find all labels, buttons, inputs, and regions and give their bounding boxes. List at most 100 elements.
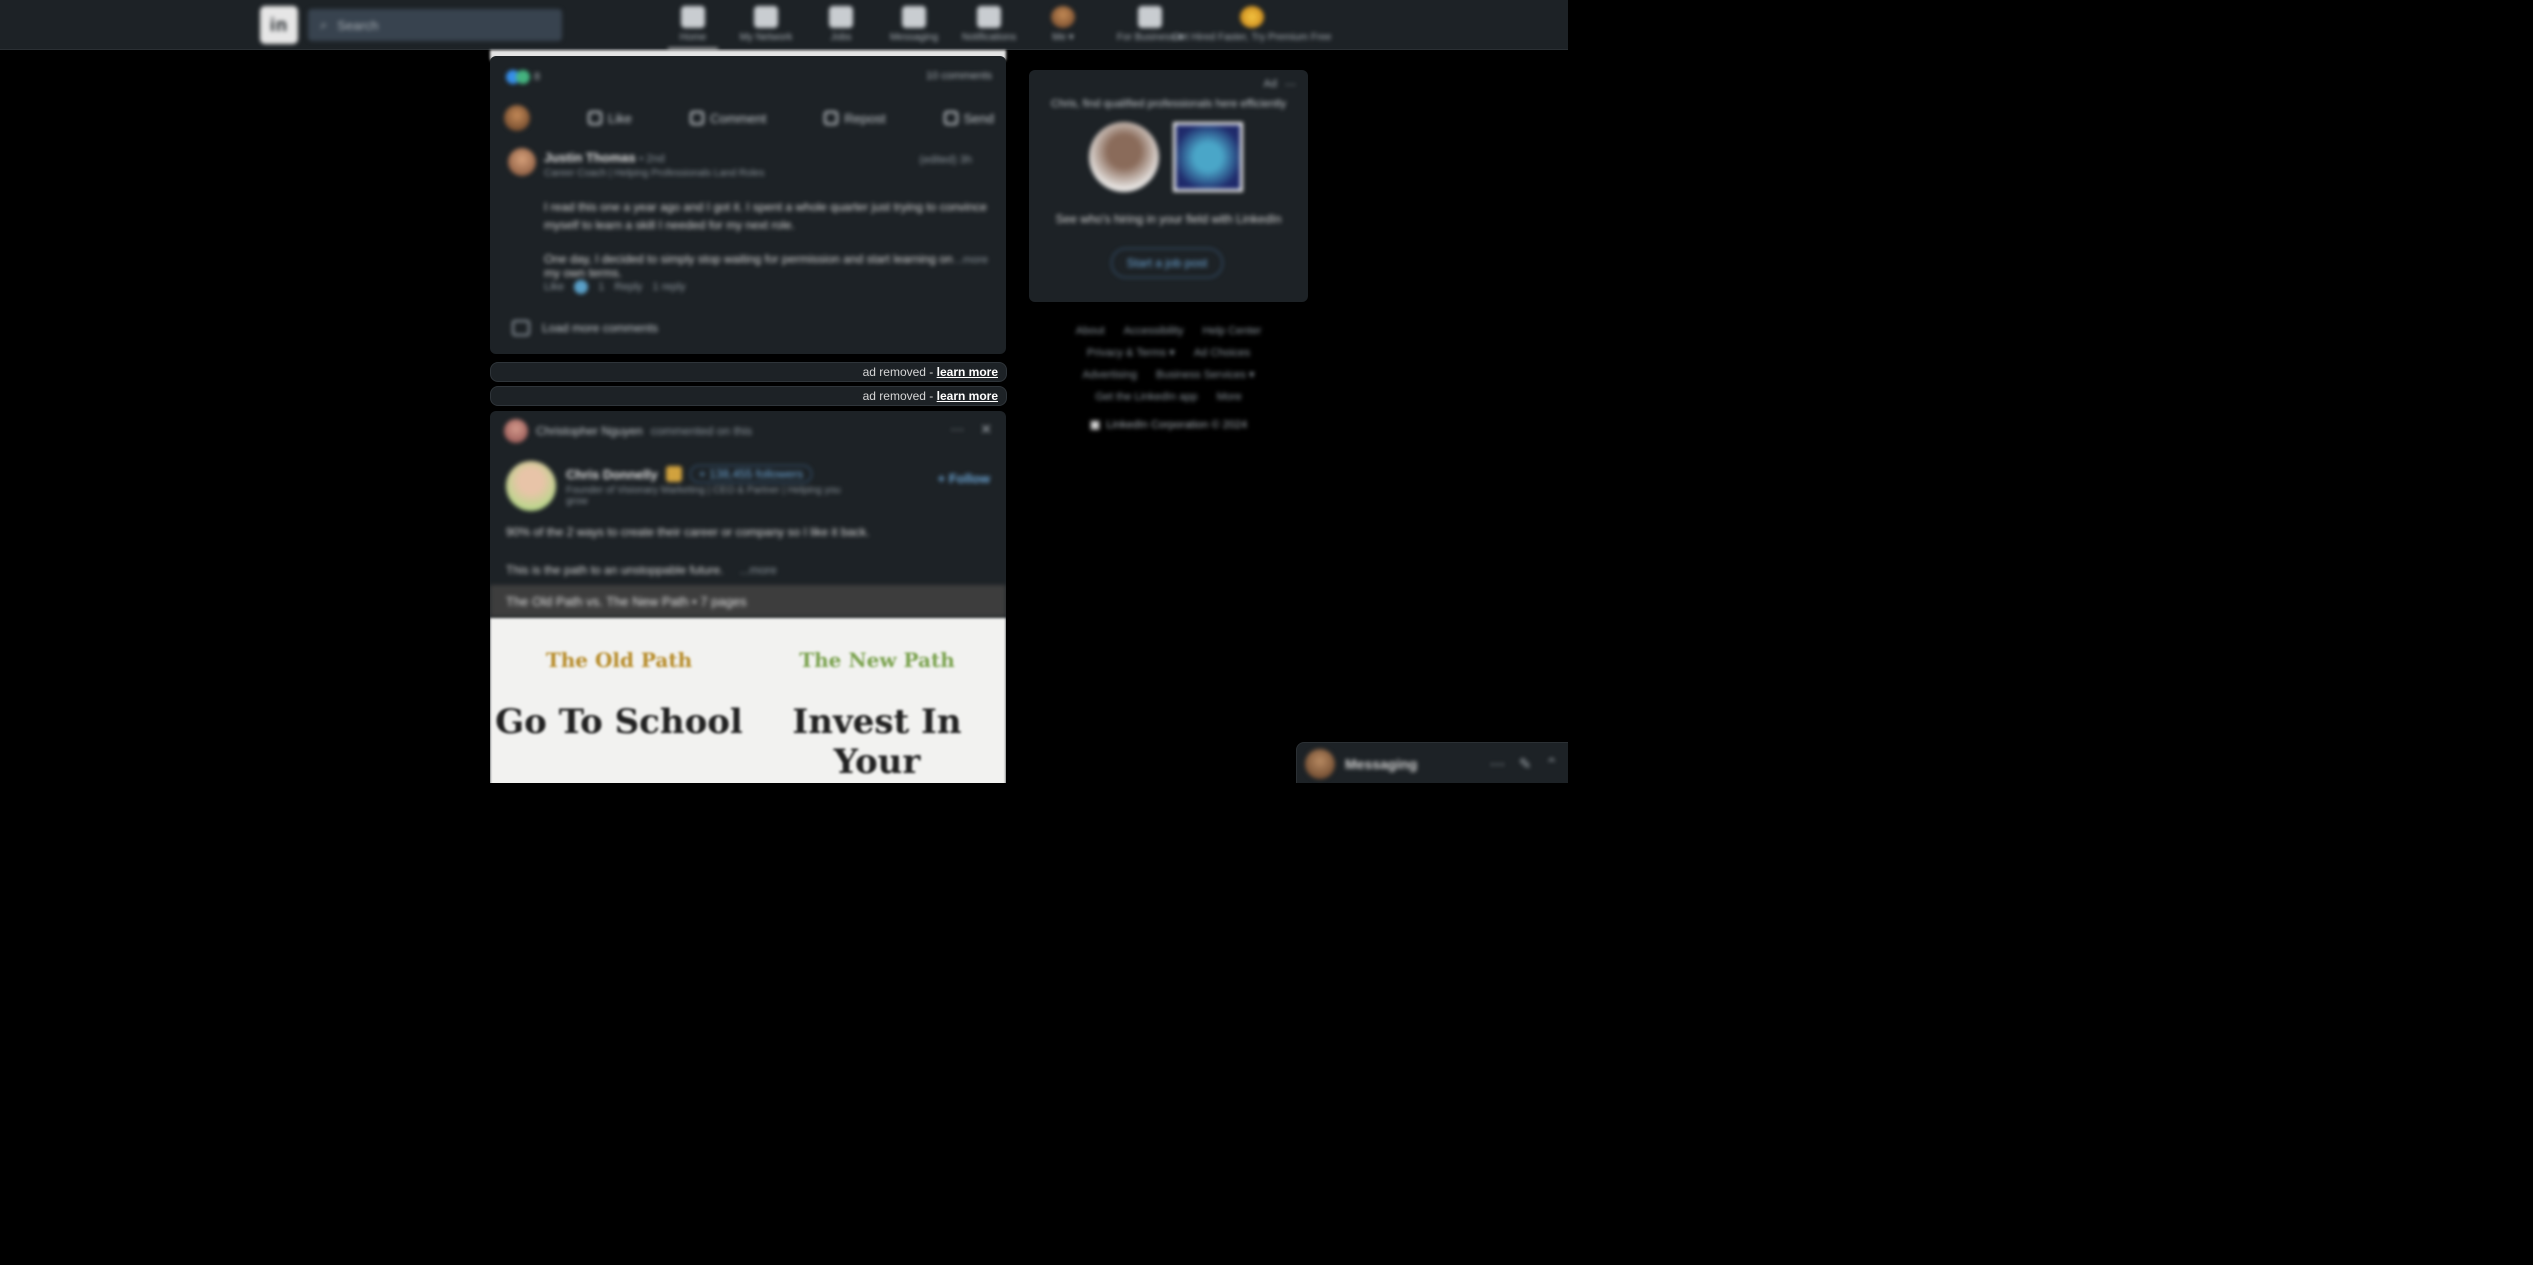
document-right-column: The New Path Invest In Your Skillstack (783, 648, 971, 783)
nav-item-jobs[interactable]: Jobs (826, 4, 856, 46)
messaging-overlay[interactable]: Messaging ⋯ ✎ ⌃ (1296, 742, 1568, 783)
ad-label: Ad ⋯ (1263, 78, 1296, 91)
post-text: 90% of the 2 ways to create their career… (506, 525, 870, 539)
comment-button[interactable]: Comment (689, 111, 766, 126)
comments-count[interactable]: 10 comments (926, 70, 992, 82)
avatar[interactable] (504, 105, 530, 131)
footer-links: About Accessibility Help Center Privacy … (1029, 320, 1308, 408)
messaging-content-blurred: Messaging ⋯ ✎ ⌃ (1297, 743, 1568, 783)
commenter-avatar[interactable] (508, 148, 536, 176)
repost-icon (824, 111, 839, 125)
comment-icon (689, 111, 704, 125)
reactions-summary[interactable]: 8 (506, 70, 540, 84)
send-icon (943, 111, 958, 125)
more-options-icon[interactable]: ⋯ (950, 421, 964, 438)
comment-body: I read this one a year ago and I got it.… (544, 200, 987, 232)
chevron-up-icon[interactable]: ⌃ (1545, 755, 1558, 773)
post-controls: ⋯ ✕ (950, 421, 992, 438)
close-icon[interactable]: ✕ (980, 421, 992, 438)
post-text-continued: This is the path to an unstoppable futur… (506, 563, 777, 577)
document-preview[interactable]: The Old Path Go To School The New Path I… (490, 618, 1006, 783)
comment-reply-button[interactable]: Reply (614, 281, 642, 293)
right-rail-ad-card: Ad ⋯ Chris, find qualified professionals… (1029, 70, 1308, 302)
author-name[interactable]: Chris Donnelly + 138,455 followers (566, 465, 813, 483)
footer-link[interactable]: More (1217, 391, 1242, 403)
author-headline: Founder of Visionary Marketing | CEO & P… (566, 485, 841, 507)
footer-link[interactable]: Business Services ▾ (1156, 369, 1254, 381)
send-button[interactable]: Send (943, 111, 994, 126)
post-content-blurred: 8 10 comments Like Comment Repost Send J… (490, 56, 1006, 354)
commenter-name[interactable]: Justin Thomas • 2nd (544, 150, 665, 165)
home-icon (681, 6, 705, 28)
see-more-link[interactable]: ...more (954, 254, 988, 266)
footer-link[interactable]: Help Center (1203, 325, 1262, 337)
footer-link[interactable]: Get the LinkedIn app (1095, 391, 1197, 403)
avatar (1305, 749, 1335, 779)
footer-link[interactable]: Privacy & Terms ▾ (1087, 347, 1175, 359)
nav-item-premium[interactable]: Get Hired Faster, Try Premium Free (1173, 4, 1331, 46)
avatar (1089, 122, 1159, 192)
like-button[interactable]: Like (588, 111, 632, 126)
comments-icon (512, 320, 530, 336)
more-options-icon[interactable]: ⋯ (1285, 78, 1296, 91)
comment-replies-link[interactable]: 1 reply (652, 281, 685, 293)
nav-item-me[interactable]: Me ▾ (1048, 4, 1078, 46)
nav-item-messaging[interactable]: Messaging (888, 4, 940, 46)
repost-button[interactable]: Repost (824, 111, 886, 126)
grid-icon (1138, 6, 1162, 28)
more-options-icon[interactable]: ⋯ (1490, 755, 1505, 773)
search-placeholder: Search (337, 17, 379, 33)
linkedin-logo-icon: ▣ (1089, 419, 1101, 431)
reposter-name[interactable]: Christopher Nguyen (536, 424, 643, 438)
post-card: 8 10 comments Like Comment Repost Send J… (490, 56, 1006, 354)
premium-badge-icon (665, 466, 682, 482)
document-left-column: The Old Path Go To School (495, 648, 743, 742)
messaging-controls: ⋯ ✎ ⌃ (1490, 755, 1558, 773)
rail-content-blurred: Ad ⋯ Chris, find qualified professionals… (1029, 70, 1308, 302)
learn-more-link[interactable]: learn more (937, 365, 998, 379)
post-context-header: Christopher Nguyen commented on this (504, 419, 752, 443)
post-action-bar: Like Comment Repost Send (504, 98, 994, 138)
load-more-comments-button[interactable]: Load more comments (512, 320, 658, 336)
comment-like-button[interactable]: Like (544, 281, 564, 293)
linkedin-logo-icon[interactable]: in (260, 6, 298, 44)
learn-more-link[interactable]: learn more (937, 389, 998, 403)
compose-icon[interactable]: ✎ (1519, 755, 1532, 773)
see-more-link[interactable]: ...more (739, 563, 776, 577)
company-logo-icon (1173, 122, 1243, 192)
premium-icon (1240, 6, 1264, 28)
ad-removed-notice: ad removed - learn more (490, 362, 1007, 382)
like-icon (588, 111, 603, 125)
nav-item-home[interactable]: Home (668, 4, 718, 50)
like-reaction-icon (574, 280, 589, 294)
search-input[interactable]: ⌕ Search (308, 9, 562, 41)
jobs-icon (829, 6, 853, 28)
nav-item-notifications[interactable]: Notifications (958, 4, 1020, 46)
footer-link[interactable]: Accessibility (1124, 325, 1184, 337)
start-job-post-button[interactable]: Start a job post (1111, 248, 1223, 278)
celebrate-reaction-icon (516, 70, 530, 84)
document-title-bar[interactable]: The Old Path vs. The New Path • 7 pages (490, 585, 1006, 617)
followers-badge: + 138,455 followers (689, 465, 813, 483)
search-icon: ⌕ (320, 17, 328, 32)
comment-meta: Like 1 Reply 1 reply (544, 280, 686, 294)
comment-body-continued: One day, I decided to simply stop waitin… (544, 252, 953, 280)
footer-link[interactable]: Ad Choices (1194, 347, 1250, 359)
top-navigation-bar: in ⌕ Search Home My Network Jobs Messagi… (0, 0, 1568, 50)
commenter-headline: Career Coach | Helping Professionals Lan… (544, 168, 765, 179)
footer-link[interactable]: Advertising (1083, 369, 1137, 381)
post-card: Christopher Nguyen commented on this ⋯ ✕… (490, 411, 1006, 783)
author-avatar[interactable] (506, 461, 556, 511)
avatar[interactable] (504, 419, 528, 443)
messaging-icon (902, 6, 926, 28)
footer-copyright: ▣ LinkedIn Corporation © 2024 (1089, 418, 1248, 432)
footer-link[interactable]: About (1076, 325, 1105, 337)
network-icon (754, 6, 778, 28)
bell-icon (977, 6, 1001, 28)
ad-headline: Chris, find qualified professionals here… (1050, 98, 1287, 110)
nav-item-my-network[interactable]: My Network (738, 4, 794, 46)
ad-removed-notice: ad removed - learn more (490, 386, 1007, 406)
comment-time: (edited) 3h (919, 154, 972, 166)
follow-button[interactable]: + Follow (938, 471, 990, 486)
ad-description: See who's hiring in your field with Link… (1055, 212, 1282, 226)
